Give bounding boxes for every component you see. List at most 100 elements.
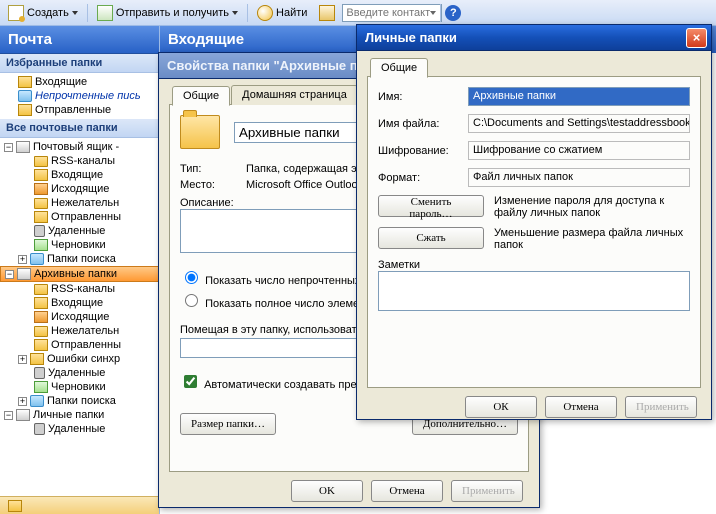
dialog1-tab-general[interactable]: Общие: [172, 86, 230, 106]
trash-icon: [34, 423, 45, 435]
personal-store-icon: [16, 409, 30, 421]
fav-inbox[interactable]: Входящие: [0, 75, 159, 89]
dialog2-notes-label: Заметки: [378, 259, 690, 271]
collapse-icon[interactable]: −: [4, 143, 13, 152]
pwd-help-text: Изменение пароля для доступа к файлу лич…: [484, 195, 690, 219]
folder-icon: [34, 284, 48, 295]
nav-sidebar: Почта Избранные папки Входящие Непрочтен…: [0, 26, 160, 514]
dialog2-name-label: Имя:: [378, 91, 468, 103]
dialog2-tab-general[interactable]: Общие: [370, 58, 428, 78]
folder-large-icon: [180, 115, 220, 149]
compress-button[interactable]: Сжать: [378, 227, 484, 249]
collapse-icon[interactable]: −: [4, 411, 13, 420]
drafts-icon: [34, 239, 48, 251]
tree-sent[interactable]: Отправленны: [0, 210, 159, 224]
help-icon[interactable]: ?: [445, 5, 461, 21]
sent-icon: [34, 211, 48, 223]
dialog2-apply-button[interactable]: Применить: [625, 396, 697, 418]
tree-drafts[interactable]: Черновики: [0, 238, 159, 252]
tree-arch-rss[interactable]: RSS-каналы: [0, 282, 159, 296]
dialog2-fmt-value: Файл личных папок: [468, 168, 690, 187]
dialog1-apply-button[interactable]: Применить: [451, 480, 523, 502]
tree-deleted[interactable]: Удаленные: [0, 224, 159, 238]
dialog1-place-value: Microsoft Office Outlook: [246, 179, 363, 191]
tree-rss[interactable]: RSS-каналы: [0, 154, 159, 168]
tree-search-folders[interactable]: +Папки поиска: [0, 252, 159, 266]
dialog1-ok-button[interactable]: OK: [291, 480, 363, 502]
radio-unread[interactable]: [185, 271, 198, 284]
dialog1-radio-total[interactable]: Показать полное число элементов: [180, 298, 382, 310]
contact-search-input[interactable]: [342, 4, 442, 22]
sidebar-favorites-header[interactable]: Избранные папки: [0, 54, 159, 73]
inbox-icon: [34, 169, 48, 181]
tree-arch-search[interactable]: +Папки поиска: [0, 394, 159, 408]
sidebar-mail-header: Почта: [0, 26, 159, 54]
tree-pers-deleted[interactable]: Удаленные: [0, 422, 159, 436]
mailbox-icon: [16, 141, 30, 153]
expand-icon[interactable]: +: [18, 255, 27, 264]
expand-icon[interactable]: +: [18, 355, 27, 364]
change-password-button[interactable]: Сменить пароль…: [378, 195, 484, 217]
find-label: Найти: [276, 7, 307, 19]
trash-icon: [34, 225, 45, 237]
expand-icon[interactable]: +: [18, 397, 27, 406]
chevron-down-icon[interactable]: [430, 11, 436, 15]
sidebar-section-button[interactable]: [0, 496, 159, 514]
tree-arch-syncerr[interactable]: +Ошибки синхр: [0, 352, 159, 366]
collapse-icon[interactable]: −: [5, 270, 14, 279]
tree-arch-sent[interactable]: Отправленны: [0, 338, 159, 352]
dialog2-ok-button[interactable]: ОК: [465, 396, 537, 418]
tree-junk[interactable]: Нежелательн: [0, 196, 159, 210]
dialog2-enc-value: Шифрование со сжатием: [468, 141, 690, 160]
chevron-down-icon: [72, 11, 78, 15]
search-folder-icon: [30, 253, 44, 265]
addressbook-button[interactable]: [314, 2, 340, 24]
mail-section-icon: [8, 500, 22, 512]
radio-total[interactable]: [185, 294, 198, 307]
dialog2-notes-input[interactable]: [378, 271, 690, 311]
dialog2-fmt-label: Формат:: [378, 172, 468, 184]
tree-archive-root[interactable]: − Архивные папки: [0, 266, 159, 282]
find-button[interactable]: Найти: [252, 2, 312, 24]
folder-icon: [34, 156, 48, 167]
tree-arch-inbox[interactable]: Входящие: [0, 296, 159, 310]
outbox-icon: [34, 183, 48, 195]
tree-arch-deleted[interactable]: Удаленные: [0, 366, 159, 380]
dialog2-cancel-button[interactable]: Отмена: [545, 396, 617, 418]
fav-unread[interactable]: Непрочтенные пись: [0, 89, 159, 103]
chevron-down-icon: [232, 11, 238, 15]
search-folder-icon: [30, 395, 44, 407]
inbox-icon: [34, 297, 48, 309]
new-icon: [8, 5, 24, 21]
sidebar-all-folders-header[interactable]: Все почтовые папки: [0, 119, 159, 138]
tree-arch-drafts[interactable]: Черновики: [0, 380, 159, 394]
tree-arch-junk[interactable]: Нежелательн: [0, 324, 159, 338]
drafts-icon: [34, 381, 48, 393]
dialog2-title: Личные папки: [365, 30, 457, 45]
tree-personal-root[interactable]: − Личные папки: [0, 408, 159, 422]
inbox-icon: [18, 76, 32, 88]
tree-mailbox-root[interactable]: − Почтовый ящик -: [0, 140, 159, 154]
send-receive-label: Отправить и получить: [116, 7, 229, 19]
tree-outbox[interactable]: Исходящие: [0, 182, 159, 196]
dialog1-tab-homepage[interactable]: Домашняя страница: [231, 85, 358, 105]
tree-arch-outbox[interactable]: Исходящие: [0, 310, 159, 324]
dialog2-titlebar[interactable]: Личные папки ×: [357, 25, 711, 51]
sent-icon: [18, 104, 32, 116]
comp-help-text: Уменьшение размера файла личных папок: [484, 227, 690, 251]
close-button[interactable]: ×: [686, 28, 707, 48]
folder-size-button[interactable]: Размер папки…: [180, 413, 276, 435]
new-button[interactable]: Создать: [3, 2, 83, 24]
dialog2-enc-label: Шифрование:: [378, 145, 468, 157]
main-toolbar: Создать Отправить и получить Найти ?: [0, 0, 716, 26]
dialog2-name-input[interactable]: Архивные папки: [468, 87, 690, 106]
dialog1-cancel-button[interactable]: Отмена: [371, 480, 443, 502]
sent-icon: [34, 339, 48, 351]
send-receive-button[interactable]: Отправить и получить: [92, 2, 243, 24]
search-folder-icon: [18, 90, 32, 102]
checkbox-auto-views[interactable]: [184, 375, 197, 388]
dialog2-file-value: C:\Documents and Settings\testaddressboo…: [468, 114, 690, 133]
tree-inbox[interactable]: Входящие: [0, 168, 159, 182]
fav-sent[interactable]: Отправленные: [0, 103, 159, 117]
dialog1-type-label: Тип:: [180, 163, 246, 175]
